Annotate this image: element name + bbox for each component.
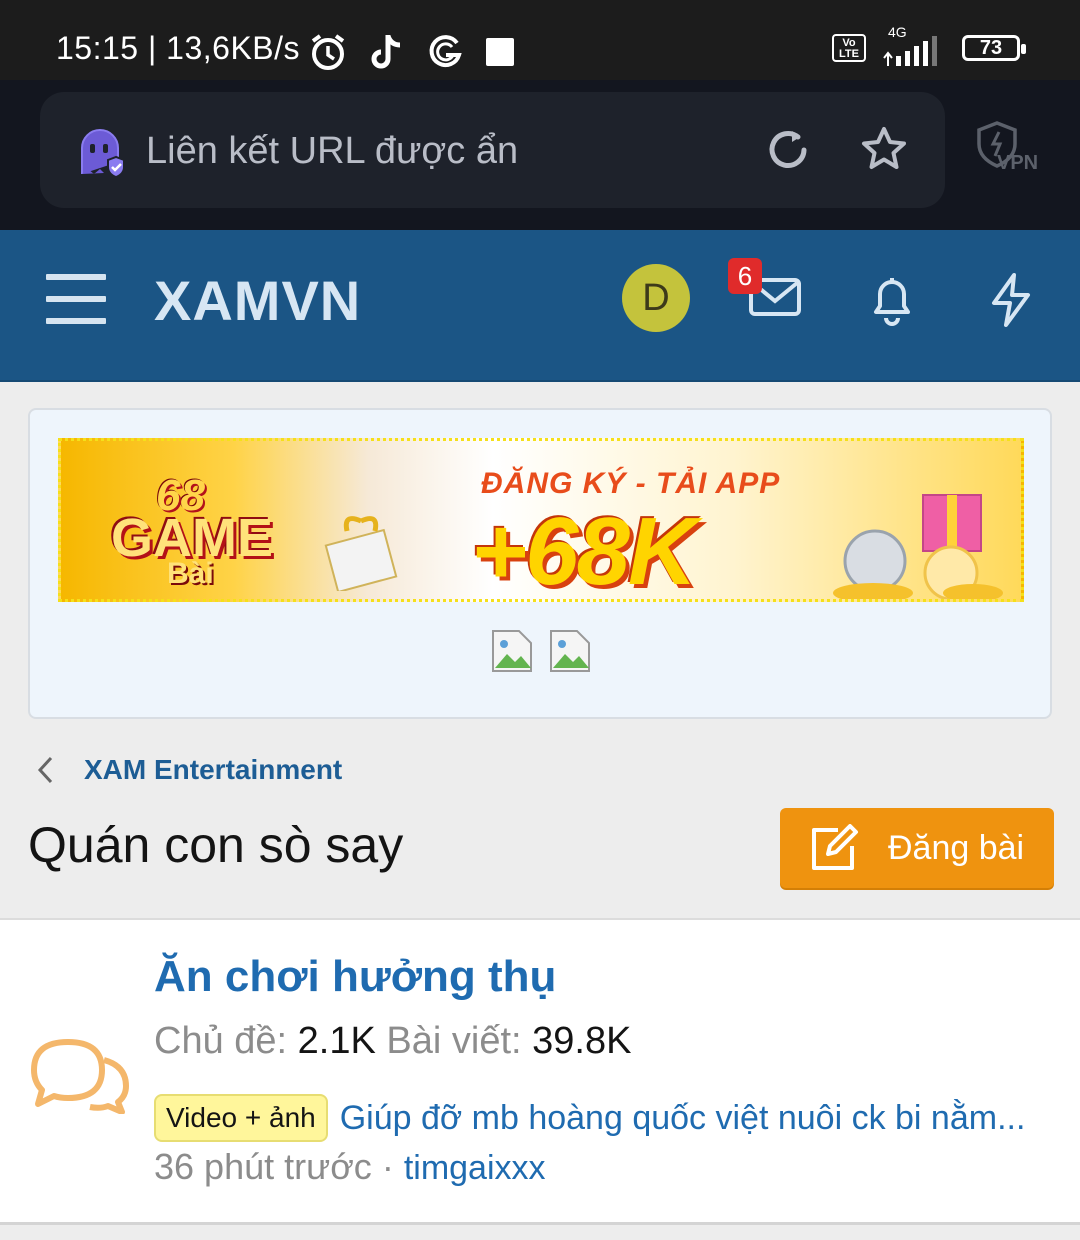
gift-box-icon xyxy=(324,516,398,591)
google-g-icon xyxy=(429,35,462,68)
latest-thread-row[interactable]: Video + ảnh Giúp đỡ mb hoàng quốc việt n… xyxy=(154,1094,1046,1142)
coins-gift-icon xyxy=(833,494,1003,599)
latest-thread-link[interactable]: Giúp đỡ mb hoàng quốc việt nuôi ck bi nằ… xyxy=(340,1099,1046,1138)
post-thread-label: Đăng bài xyxy=(888,828,1025,867)
ad-banner[interactable]: 68 GAME Bài ĐĂNG KÝ - TẢI APP +68K xyxy=(58,438,1024,602)
lightning-bolt-icon[interactable] xyxy=(986,272,1034,328)
user-avatar[interactable]: D xyxy=(622,264,690,332)
bell-icon[interactable] xyxy=(866,272,918,326)
forum-stats: Chủ đề: 2.1K Bài viết: 39.8K xyxy=(154,1020,631,1063)
alarm-icon xyxy=(311,34,345,70)
latest-user-link[interactable]: timgaixxx xyxy=(404,1149,546,1187)
posts-label: Bài viết: xyxy=(386,1020,522,1062)
status-right-icons: Vo LTE 4G 73 xyxy=(832,24,1026,66)
latest-time: 36 phút trước xyxy=(154,1146,372,1187)
battery-indicator: 73 xyxy=(962,35,1026,61)
threads-count: 2.1K xyxy=(297,1020,376,1062)
menu-hamburger-icon[interactable] xyxy=(46,274,106,326)
breadcrumb[interactable]: XAM Entertainment xyxy=(36,754,342,786)
status-time-speed: 15:15 | 13,6KB/s xyxy=(56,30,301,66)
site-header: XAMVN D 6 xyxy=(0,230,1080,382)
post-thread-button[interactable]: Đăng bài xyxy=(780,808,1054,888)
broken-image-icon xyxy=(492,630,532,672)
ad-amount: +68K xyxy=(471,498,697,602)
mail-badge: 6 xyxy=(728,258,762,294)
tiktok-icon xyxy=(371,35,401,69)
vpn-button[interactable]: VPN xyxy=(975,120,1039,181)
thread-prefix-badge[interactable]: Video + ảnh xyxy=(154,1094,328,1142)
volte-icon: Vo LTE xyxy=(832,34,866,62)
broken-images xyxy=(490,628,594,674)
forum-title-link[interactable]: Ăn chơi hưởng thụ xyxy=(154,952,556,1002)
browser-toolbar: Liên kết URL được ẩn VPN xyxy=(0,80,1080,230)
bookmark-star-icon[interactable] xyxy=(858,124,910,176)
forum-card[interactable]: Ăn chơi hưởng thụ Chủ đề: 2.1K Bài viết:… xyxy=(0,918,1080,1225)
edit-icon xyxy=(812,824,858,870)
incognito-ghost-icon[interactable] xyxy=(74,124,130,180)
latest-thread-meta: 36 phút trước · timgaixxx xyxy=(154,1146,546,1188)
url-bar[interactable]: Liên kết URL được ẩn xyxy=(40,92,945,208)
meta-separator: · xyxy=(371,1146,404,1187)
signal-icon: 4G xyxy=(882,24,946,66)
url-text[interactable]: Liên kết URL được ẩn xyxy=(146,130,518,173)
ad-container: 68 GAME Bài ĐĂNG KÝ - TẢI APP +68K xyxy=(28,408,1052,719)
posts-count: 39.8K xyxy=(532,1020,632,1062)
status-bar: 15:15 | 13,6KB/s Vo LTE 4G 73 xyxy=(0,0,1080,80)
status-left-icons xyxy=(308,32,514,72)
ad-logo-sub: Bài xyxy=(167,557,214,590)
threads-label: Chủ đề: xyxy=(154,1020,288,1062)
chevron-left-icon[interactable] xyxy=(36,755,54,785)
broken-image-icon xyxy=(550,630,590,672)
reload-icon[interactable] xyxy=(764,126,812,174)
breadcrumb-link[interactable]: XAM Entertainment xyxy=(84,754,342,786)
page-title: Quán con sò say xyxy=(28,817,404,873)
notification-square-icon xyxy=(486,38,514,66)
vpn-label: VPN xyxy=(997,152,1039,174)
site-logo[interactable]: XAMVN xyxy=(154,268,361,333)
ad-headline: ĐĂNG KÝ - TẢI APP xyxy=(481,467,781,500)
chat-bubbles-icon xyxy=(31,1039,129,1114)
ad-logo: 68 GAME Bài xyxy=(101,471,273,590)
